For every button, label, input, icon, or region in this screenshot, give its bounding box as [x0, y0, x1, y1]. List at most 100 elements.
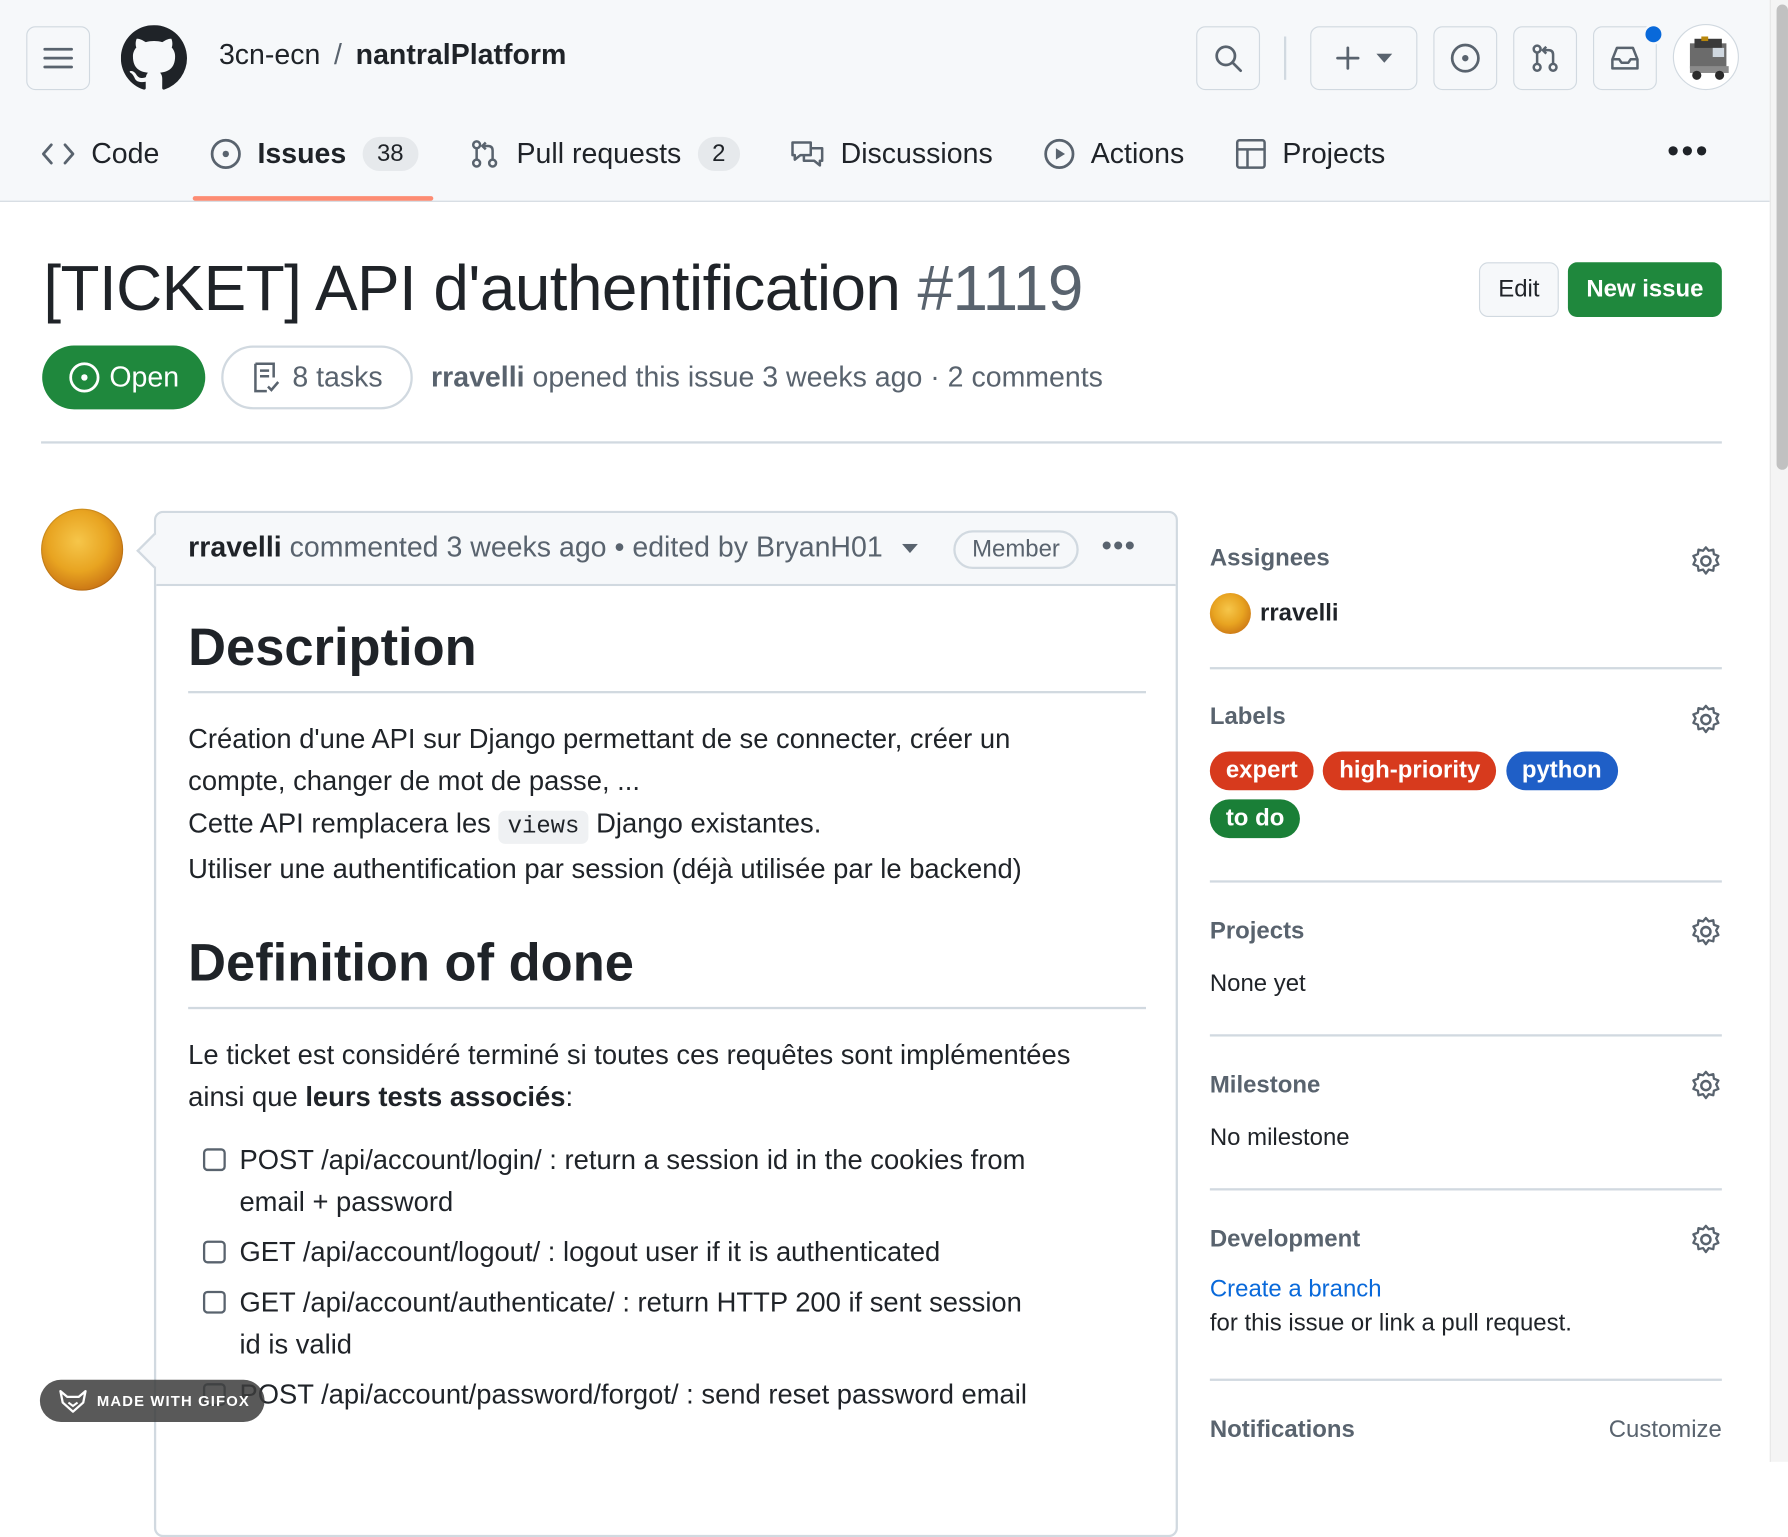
milestone-heading[interactable]: Milestone	[1210, 1072, 1722, 1099]
repo-owner-link[interactable]: 3cn-ecn	[219, 39, 320, 72]
issue-icon	[1449, 42, 1481, 74]
state-label: Open	[109, 360, 180, 393]
task-item: GET /api/account/authenticate/ : return …	[202, 1282, 1146, 1366]
label-high-priority[interactable]: high-priority	[1323, 751, 1497, 791]
description-line: Cette API remplacera les views Django ex…	[188, 803, 1146, 849]
search-icon	[1213, 43, 1243, 73]
pull-requests-button[interactable]	[1513, 26, 1578, 91]
development-heading[interactable]: Development	[1210, 1226, 1722, 1253]
labels-list: expert high-priority python to do	[1209, 751, 1643, 847]
tab-label: Actions	[1090, 137, 1185, 170]
repo-name-link[interactable]: nantralPlatform	[356, 39, 567, 72]
tab-label: Projects	[1282, 137, 1386, 170]
pull-requests-counter: 2	[697, 136, 741, 172]
sidebar-divider	[1209, 880, 1722, 883]
notification-dot	[1643, 23, 1664, 45]
assignee-row[interactable]: rravelli	[1209, 592, 1722, 635]
comment-meta[interactable]: commented 3 weeks ago • edited by BryanH…	[290, 531, 883, 563]
header-divider	[1283, 36, 1287, 80]
issue-icon	[210, 138, 242, 170]
issues-counter: 38	[362, 136, 419, 172]
tab-code[interactable]: Code	[41, 125, 159, 182]
task-line: POST /api/account/login/ : return a sess…	[239, 1144, 1026, 1176]
selected-tab-underline	[192, 196, 434, 201]
bold-text: leurs tests associés	[305, 1082, 566, 1113]
sidebar-divider	[1209, 1188, 1722, 1191]
new-issue-button[interactable]: New issue	[1567, 262, 1722, 318]
sidebar-development: Development Create a branch for this iss…	[1209, 1224, 1722, 1338]
gear-icon[interactable]	[1690, 1070, 1722, 1108]
triangle-down-icon	[1376, 53, 1393, 63]
description-line: Utiliser une authentification par sessio…	[188, 854, 1022, 885]
task-checkbox[interactable]	[202, 1290, 226, 1314]
tasks-badge[interactable]: 8 tasks	[221, 345, 413, 410]
github-logo-icon[interactable]	[120, 25, 188, 97]
heading-definition-of-done: Definition of done	[188, 932, 1147, 1010]
edit-button[interactable]: Edit	[1478, 262, 1559, 318]
discussion-icon	[790, 139, 824, 169]
description-line: compte, changer de mot de passe, ...	[188, 766, 640, 798]
labels-heading[interactable]: Labels	[1210, 704, 1722, 731]
tab-issues[interactable]: Issues 38	[210, 125, 419, 182]
repo-nav-tabs: Code Issues 38 Pull requests 2 Discussio…	[41, 125, 1435, 182]
repo-breadcrumb: 3cn-ecn / nantralPlatform	[219, 39, 566, 72]
task-item: POST /api/account/password/forgot/ : sen…	[202, 1374, 1146, 1416]
create-branch-link[interactable]: Create a branch	[1210, 1276, 1722, 1303]
issue-author-link[interactable]: rravelli	[431, 361, 525, 393]
comment-author-avatar[interactable]	[41, 508, 124, 591]
tab-pull-requests[interactable]: Pull requests 2	[469, 125, 741, 182]
task-checkbox[interactable]	[202, 1148, 226, 1172]
heading-description: Description	[188, 616, 1147, 694]
tab-label: Discussions	[840, 137, 993, 170]
comment-header-text: rravelli commented 3 weeks ago • edited …	[188, 531, 919, 564]
comment-options-icon[interactable]: •••	[1102, 528, 1137, 563]
task-checkbox[interactable]	[202, 1240, 226, 1264]
text-fragment: ainsi que	[188, 1082, 298, 1113]
checklist-icon	[251, 361, 281, 393]
menu-button[interactable]	[26, 26, 91, 91]
more-tabs-icon[interactable]: •••	[1667, 132, 1710, 171]
assignees-heading[interactable]: Assignees	[1210, 545, 1722, 572]
create-new-button[interactable]	[1310, 26, 1418, 91]
customize-link[interactable]: Customize	[1609, 1416, 1722, 1443]
gear-icon[interactable]	[1690, 704, 1722, 742]
sidebar-divider	[1209, 1378, 1722, 1381]
issue-meta: rravelli opened this issue 3 weeks ago ·…	[431, 361, 1103, 394]
tab-discussions[interactable]: Discussions	[790, 125, 993, 182]
task-text: POST /api/account/password/forgot/ : sen…	[239, 1379, 1027, 1411]
done-line: Le ticket est considéré terminé si toute…	[188, 1039, 1071, 1071]
issue-title-text: [TICKET] API d'authentification	[43, 252, 901, 324]
label-python[interactable]: python	[1505, 751, 1618, 791]
comment-body: Description Création d'une API sur Djang…	[188, 616, 1147, 1416]
table-icon	[1234, 138, 1266, 170]
text-fragment: Django existantes.	[596, 808, 822, 840]
sidebar-notifications: Notifications Customize	[1210, 1416, 1722, 1443]
task-text: GET /api/account/authenticate/ : return …	[239, 1282, 1021, 1366]
projects-heading[interactable]: Projects	[1210, 918, 1722, 945]
label-expert[interactable]: expert	[1209, 751, 1314, 791]
tab-projects[interactable]: Projects	[1234, 125, 1385, 182]
member-badge: Member	[953, 530, 1079, 570]
tab-label: Issues	[257, 137, 347, 170]
issue-title: [TICKET] API d'authentification #1119	[43, 251, 1083, 325]
development-text: for this issue or link a pull request.	[1209, 1310, 1572, 1337]
sidebar-projects: Projects None yet	[1210, 916, 1722, 998]
task-line: id is valid	[239, 1329, 353, 1361]
gear-icon[interactable]	[1690, 545, 1722, 583]
task-line: email + password	[239, 1187, 454, 1218]
gear-icon[interactable]	[1690, 916, 1722, 954]
gear-icon[interactable]	[1690, 1224, 1722, 1262]
issues-button[interactable]	[1433, 26, 1498, 91]
tab-actions[interactable]: Actions	[1043, 125, 1184, 182]
plus-icon	[1335, 46, 1360, 71]
avatar[interactable]	[1672, 23, 1739, 91]
label-to-do[interactable]: to do	[1209, 799, 1301, 839]
inbox-icon	[1609, 44, 1641, 71]
scrollbar-thumb[interactable]	[1776, 4, 1788, 470]
pull-request-icon	[1529, 42, 1561, 74]
comment-author-link[interactable]: rravelli	[188, 531, 282, 563]
task-line: GET /api/account/authenticate/ : return …	[239, 1287, 1022, 1319]
sidebar-labels: Labels expert high-priority python to do	[1209, 704, 1722, 848]
search-button[interactable]	[1196, 26, 1261, 91]
triangle-down-icon[interactable]	[902, 544, 919, 554]
